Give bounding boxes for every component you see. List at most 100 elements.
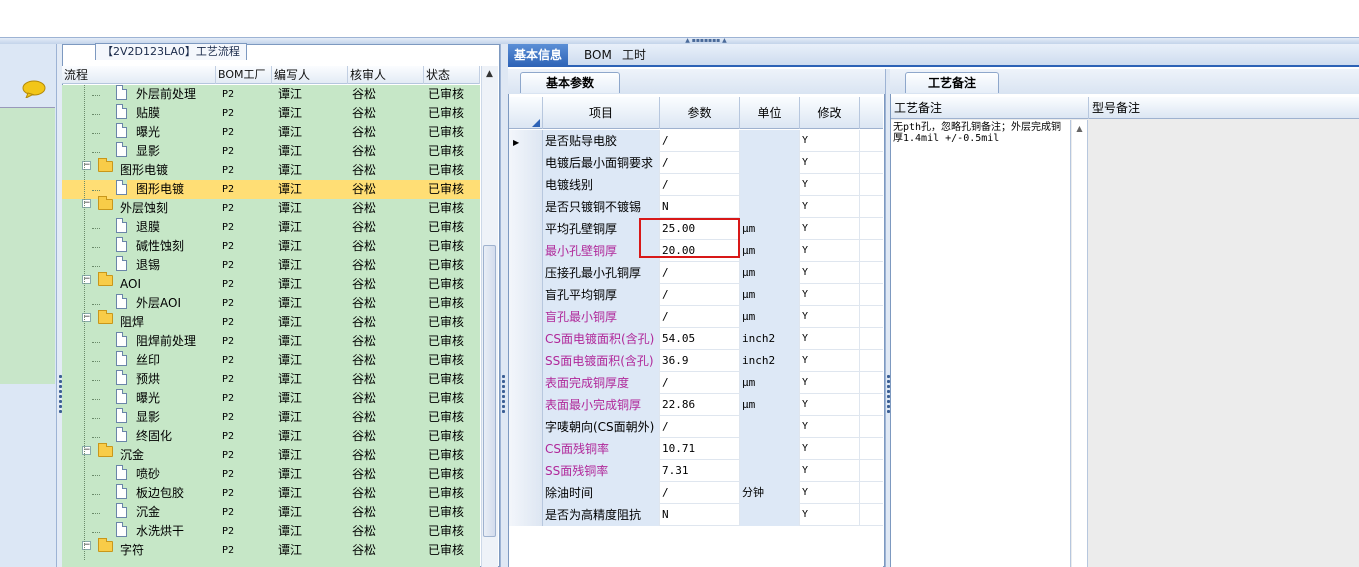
param-row[interactable]: CS面残铜率 10.71 Y (509, 438, 883, 460)
tree-row[interactable]: − AOI P2 谭江 谷松 已审核 (62, 272, 480, 294)
param-modify[interactable]: Y (800, 504, 860, 526)
row-header[interactable] (509, 152, 543, 174)
tree-row[interactable]: 阻焊前处理 P2 谭江 谷松 已审核 (62, 332, 480, 351)
param-value[interactable]: N (660, 504, 740, 526)
param-value[interactable]: / (660, 284, 740, 306)
tab-bom[interactable]: BOM (578, 44, 618, 67)
tree-row[interactable]: 外层前处理 P2 谭江 谷松 已审核 (62, 85, 480, 104)
param-unit[interactable]: μm (740, 394, 800, 416)
param-row[interactable]: 表面完成铜厚度 / μm Y (509, 372, 883, 394)
tree-row[interactable]: 终固化 P2 谭江 谷松 已审核 (62, 427, 480, 446)
right-splitter-grip[interactable] (887, 410, 890, 413)
param-value[interactable]: 10.71 (660, 438, 740, 460)
middle-splitter-grip[interactable] (502, 385, 505, 388)
row-header[interactable] (509, 306, 543, 328)
param-modify[interactable]: Y (800, 196, 860, 218)
param-row[interactable]: SS面残铜率 7.31 Y (509, 460, 883, 482)
left-splitter-grip[interactable] (59, 375, 62, 378)
param-modify[interactable]: Y (800, 306, 860, 328)
param-unit[interactable]: μm (740, 262, 800, 284)
row-header[interactable] (509, 328, 543, 350)
row-header[interactable] (509, 196, 543, 218)
param-value[interactable]: / (660, 482, 740, 504)
param-value[interactable]: / (660, 306, 740, 328)
tab-work-hours[interactable]: 工时 (616, 44, 652, 67)
tree-row[interactable]: 退锡 P2 谭江 谷松 已审核 (62, 256, 480, 275)
param-modify[interactable]: Y (800, 130, 860, 152)
right-splitter-grip[interactable] (887, 375, 890, 378)
tab-process-notes[interactable]: 工艺备注 (905, 72, 999, 93)
row-header[interactable] (509, 350, 543, 372)
tree-row[interactable]: 丝印 P2 谭江 谷松 已审核 (62, 351, 480, 370)
param-unit[interactable]: μm (740, 218, 800, 240)
param-row[interactable]: 盲孔最小铜厚 / μm Y (509, 306, 883, 328)
param-unit[interactable]: μm (740, 284, 800, 306)
param-modify[interactable]: Y (800, 438, 860, 460)
param-unit[interactable] (740, 174, 800, 196)
middle-splitter-grip[interactable] (502, 400, 505, 403)
param-modify[interactable]: Y (800, 328, 860, 350)
scroll-up-arrow-icon[interactable]: ▲ (481, 66, 498, 83)
tree-row[interactable]: 曝光 P2 谭江 谷松 已审核 (62, 389, 480, 408)
middle-splitter-grip[interactable] (502, 405, 505, 408)
param-unit[interactable]: 分钟 (740, 482, 800, 504)
tree-row[interactable]: 显影 P2 谭江 谷松 已审核 (62, 408, 480, 427)
row-header[interactable] (509, 372, 543, 394)
param-row[interactable]: 字唛朝向(CS面朝外) / Y (509, 416, 883, 438)
tree-row[interactable]: − 字符 P2 谭江 谷松 已审核 (62, 538, 480, 560)
param-row[interactable]: 表面最小完成铜厚 22.86 μm Y (509, 394, 883, 416)
param-row[interactable]: CS面电镀面积(含孔) 54.05 inch2 Y (509, 328, 883, 350)
col-header-bom[interactable]: BOM工厂 (216, 66, 272, 84)
left-splitter-grip[interactable] (59, 395, 62, 398)
left-splitter-grip[interactable] (59, 385, 62, 388)
left-splitter-grip[interactable] (59, 410, 62, 413)
col-header-model-note[interactable]: 型号备注 (1089, 97, 1359, 119)
right-splitter-grip[interactable] (887, 405, 890, 408)
row-header[interactable] (509, 218, 543, 240)
col-header-process-note[interactable]: 工艺备注 (891, 97, 1089, 119)
param-value[interactable]: / (660, 152, 740, 174)
model-note-text[interactable] (1089, 120, 1359, 567)
right-splitter-grip[interactable] (887, 390, 890, 393)
param-value[interactable]: / (660, 372, 740, 394)
right-splitter-grip[interactable] (887, 385, 890, 388)
middle-splitter-grip[interactable] (502, 395, 505, 398)
param-modify[interactable]: Y (800, 482, 860, 504)
note-scroll-up-icon[interactable]: ▲ (1072, 120, 1088, 567)
tree-scroll-thumb[interactable] (483, 245, 496, 537)
col-header-item[interactable]: 项目 (543, 97, 660, 129)
param-modify[interactable]: Y (800, 394, 860, 416)
tree-row[interactable]: 贴膜 P2 谭江 谷松 已审核 (62, 104, 480, 123)
param-value[interactable]: N (660, 196, 740, 218)
param-row[interactable]: 电镀后最小面铜要求 / Y (509, 152, 883, 174)
row-header[interactable] (509, 504, 543, 526)
param-modify[interactable]: Y (800, 240, 860, 262)
param-row[interactable]: 除油时间 / 分钟 Y (509, 482, 883, 504)
param-value[interactable]: / (660, 416, 740, 438)
param-unit[interactable] (740, 416, 800, 438)
chat-bubble-icon[interactable] (22, 80, 46, 98)
col-header-flow[interactable]: 流程 (62, 66, 216, 84)
col-header-status[interactable]: 状态 (424, 66, 480, 84)
param-row[interactable]: 压接孔最小孔铜厚 / μm Y (509, 262, 883, 284)
param-value[interactable]: 7.31 (660, 460, 740, 482)
row-header[interactable] (509, 438, 543, 460)
param-unit[interactable] (740, 152, 800, 174)
param-value[interactable]: / (660, 262, 740, 284)
left-splitter-grip[interactable] (59, 400, 62, 403)
tab-basic-params[interactable]: 基本参数 (520, 72, 620, 93)
right-splitter-grip[interactable] (887, 400, 890, 403)
param-modify[interactable]: Y (800, 372, 860, 394)
param-unit[interactable]: inch2 (740, 328, 800, 350)
param-unit[interactable] (740, 438, 800, 460)
tree-row[interactable]: 沉金 P2 谭江 谷松 已审核 (62, 503, 480, 522)
param-modify[interactable]: Y (800, 460, 860, 482)
row-header[interactable] (509, 394, 543, 416)
tree-row[interactable]: − 阻焊 P2 谭江 谷松 已审核 (62, 310, 480, 332)
param-row[interactable]: ▶ 是否贴导电胶 / Y (509, 130, 883, 152)
tree-row[interactable]: 图形电镀 P2 谭江 谷松 已审核 (62, 180, 480, 199)
col-header-reviewer[interactable]: 核审人 (348, 66, 424, 84)
tree-row[interactable]: − 图形电镀 P2 谭江 谷松 已审核 (62, 158, 480, 180)
param-unit[interactable] (740, 504, 800, 526)
param-modify[interactable]: Y (800, 218, 860, 240)
